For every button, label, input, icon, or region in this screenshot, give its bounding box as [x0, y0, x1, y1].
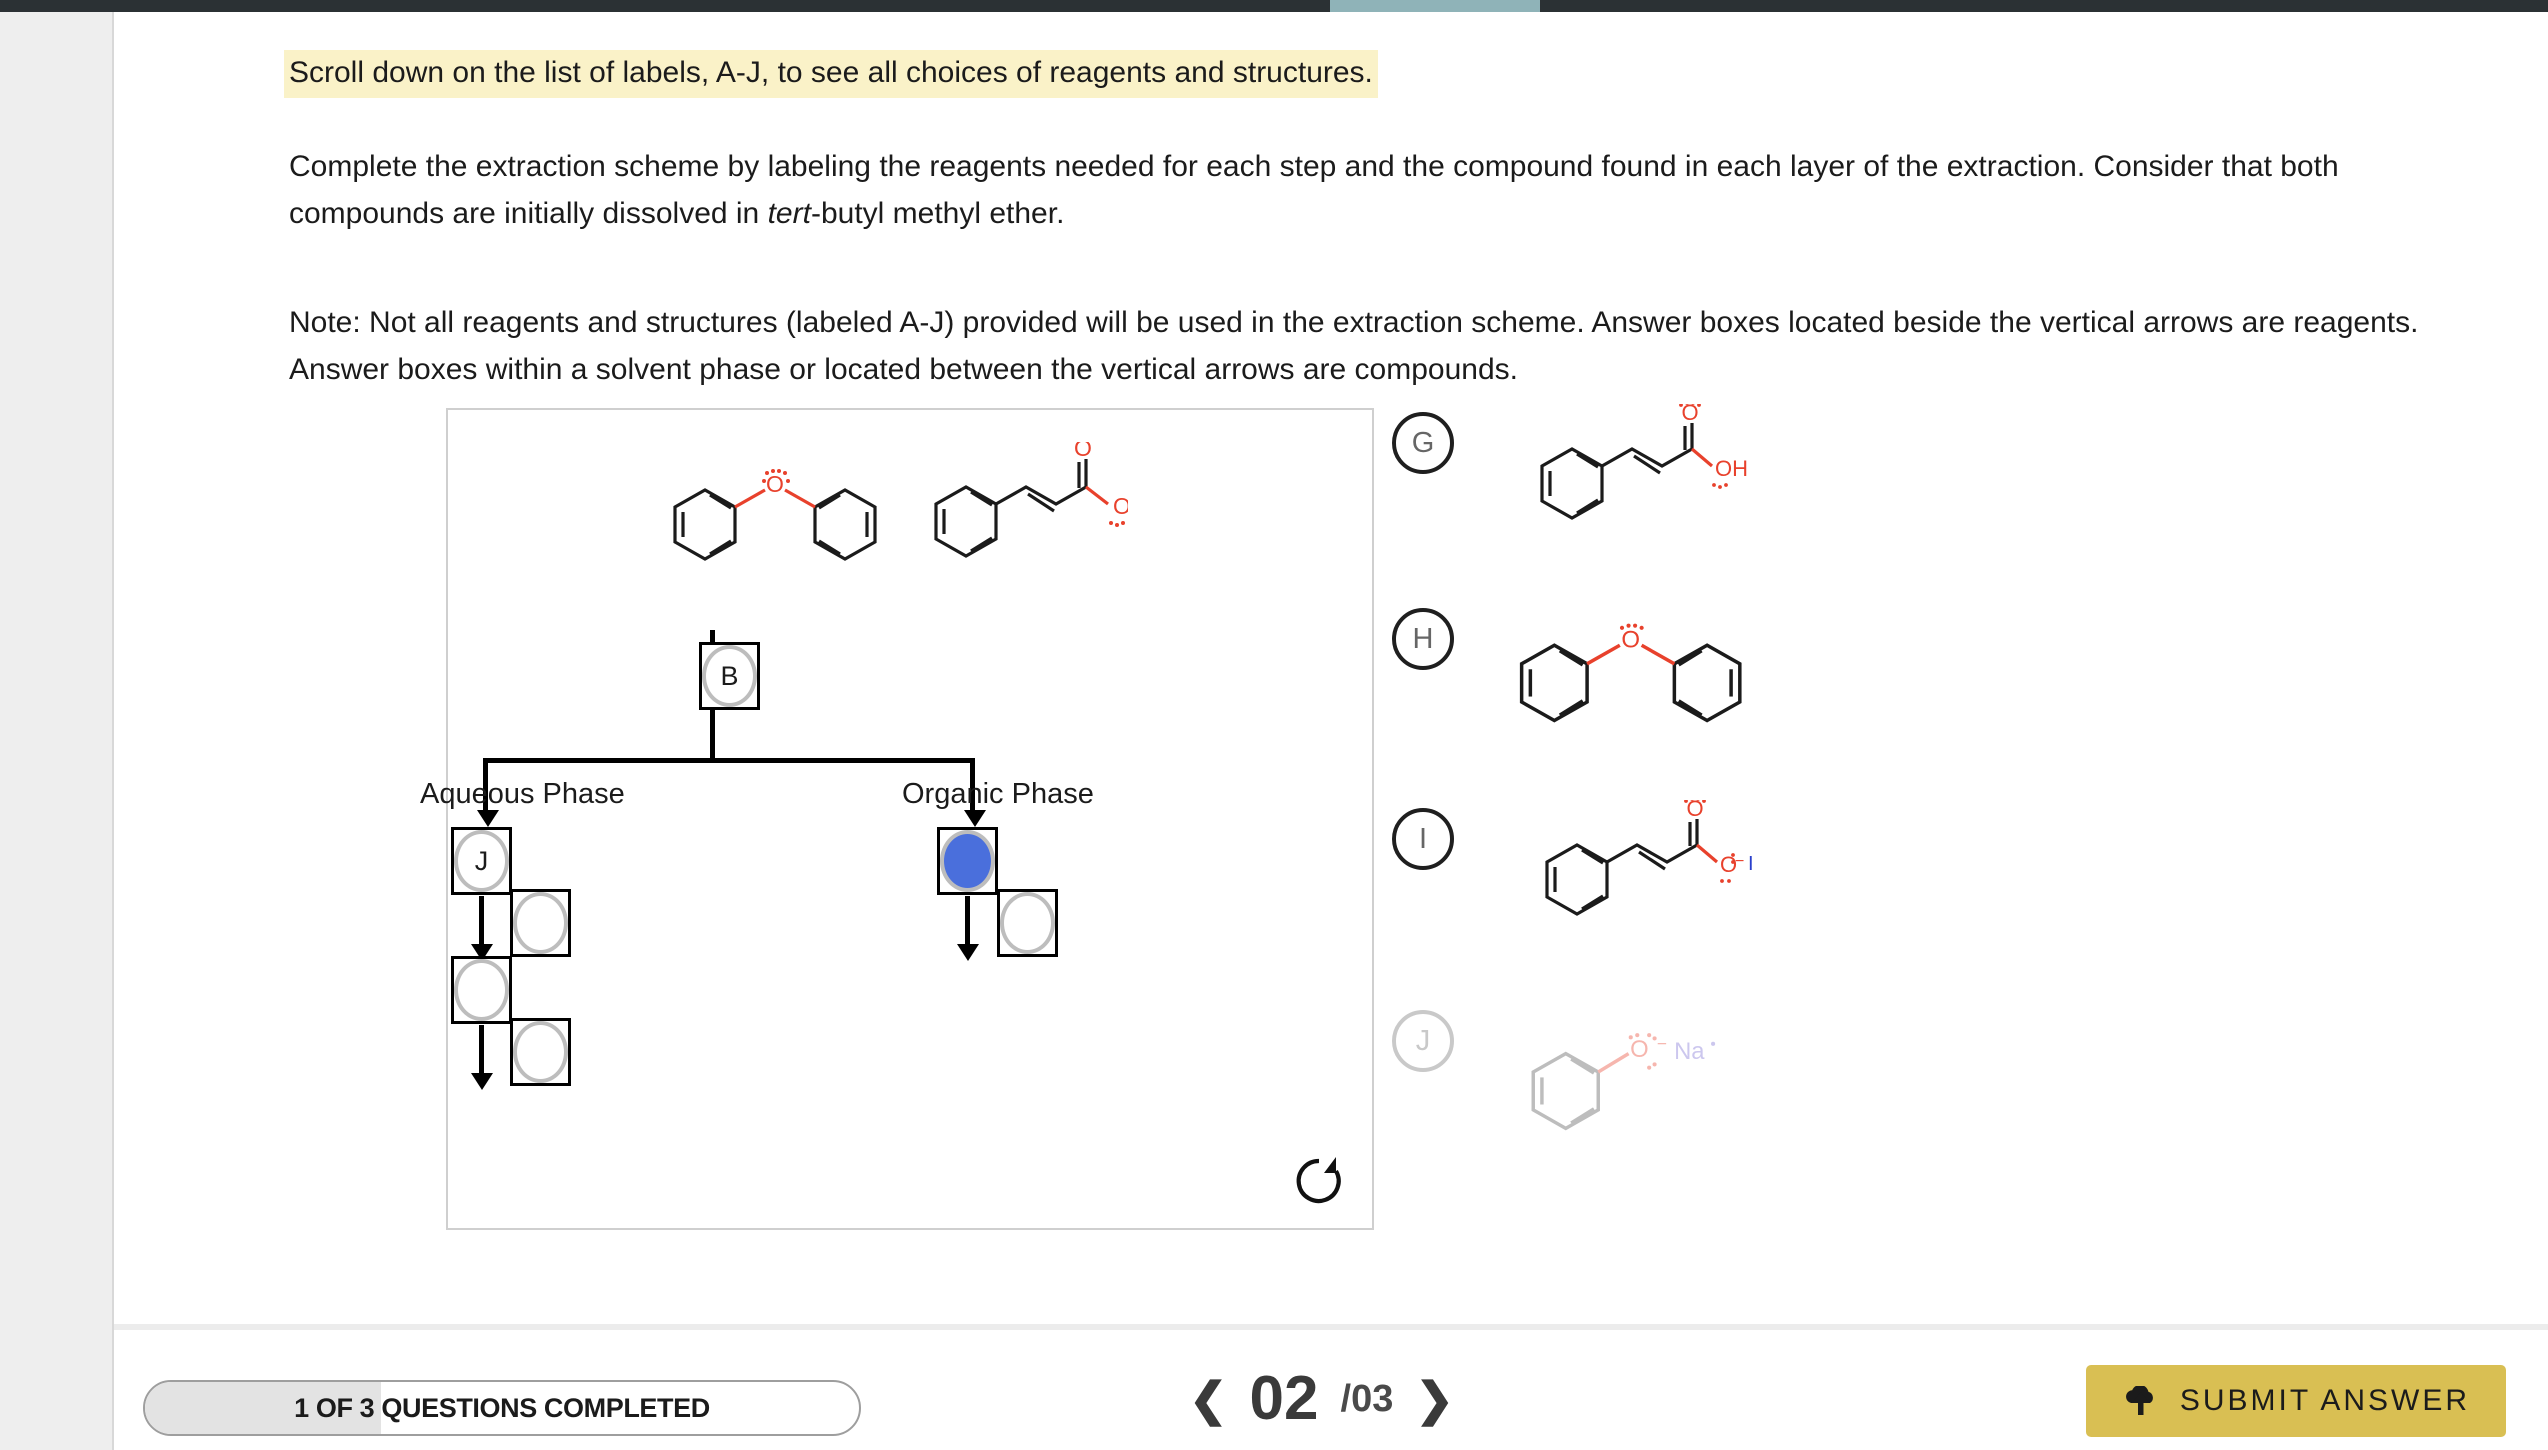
answer-box-aqueous-2-value	[513, 892, 568, 954]
svg-text:O: O	[1074, 442, 1092, 461]
tert-italic: tert	[767, 196, 811, 230]
organic-phase-label: Organic Phase	[902, 778, 1094, 810]
svg-text:O: O	[1621, 626, 1640, 653]
svg-text:−: −	[1735, 853, 1744, 870]
aqueous-arrowhead-2	[471, 1073, 493, 1090]
answer-box-reagent-top-value: B	[702, 645, 757, 707]
question-content-pane: Scroll down on the list of labels, A-J, …	[114, 12, 2548, 1324]
answer-box-aqueous-3[interactable]	[451, 956, 512, 1024]
instruction-paragraph-2: Note: Not all reagents and structures (l…	[289, 306, 2419, 386]
svg-text:O: O	[766, 471, 784, 497]
starting-molecule-cinnamic-acid: O OH	[928, 435, 1148, 577]
scroll-hint-banner: Scroll down on the list of labels, A-J, …	[284, 50, 1378, 98]
svg-text:−: −	[1657, 1033, 1667, 1053]
answer-box-organic-1-value	[940, 830, 995, 892]
active-tab-accent	[1330, 0, 1540, 12]
submit-answer-label: SUBMIT ANSWER	[2179, 1384, 2470, 1417]
svg-text:O: O	[1630, 1036, 1649, 1063]
answer-box-organic-2-value	[1000, 892, 1055, 954]
cloud-upload-icon	[2125, 1386, 2153, 1415]
question-pager: ❮ 02 /03 ❯	[1189, 1368, 1454, 1430]
svg-text:OH: OH	[1715, 456, 1748, 481]
submit-answer-button[interactable]: SUBMIT ANSWER	[2085, 1365, 2506, 1437]
question-footer: 1 OF 3 QUESTIONS COMPLETED ❮ 02 /03 ❯ SU…	[114, 1330, 2548, 1450]
refresh-clockwise-icon	[1296, 1157, 1341, 1204]
option-bubble-J[interactable]: J	[1392, 1010, 1454, 1072]
option-bubble-H[interactable]: H	[1392, 608, 1454, 670]
svg-text:O: O	[1686, 800, 1703, 821]
instruction-text-b: -butyl methyl ether.	[810, 196, 1065, 230]
organic-arrow-1	[965, 896, 970, 948]
svg-text:OH: OH	[1113, 493, 1128, 519]
answer-box-aqueous-3-value	[454, 959, 509, 1021]
answer-box-aqueous-1-value: J	[454, 830, 509, 892]
organic-arrowhead-1	[957, 944, 979, 961]
answer-box-organic-2[interactable]	[997, 889, 1058, 957]
instruction-paragraph-1: Complete the extraction scheme by labeli…	[289, 144, 2479, 237]
answer-box-aqueous-4-value	[513, 1021, 568, 1083]
chevron-left-icon[interactable]: ❮	[1189, 1376, 1228, 1422]
option-bubble-G[interactable]: G	[1392, 412, 1454, 474]
answer-box-aqueous-4[interactable]	[510, 1018, 571, 1086]
option-structure-H[interactable]: O	[1484, 618, 1784, 743]
svg-text:O: O	[1681, 404, 1698, 425]
option-structure-G[interactable]: O OH	[1484, 400, 1784, 539]
pager-total-pages: /03	[1340, 1378, 1394, 1420]
chevron-right-icon[interactable]: ❯	[1415, 1376, 1454, 1422]
answer-box-aqueous-2[interactable]	[510, 889, 571, 957]
option-structure-J[interactable]: O − Na	[1484, 1020, 1784, 1155]
pager-current-page: 02	[1249, 1364, 1319, 1433]
answer-box-aqueous-1[interactable]: J	[451, 827, 512, 895]
aqueous-arrow-1	[479, 896, 484, 948]
aqueous-phase-label: Aqueous Phase	[420, 778, 625, 810]
svg-text:I: I	[1748, 853, 1754, 875]
option-bubble-I[interactable]: I	[1392, 808, 1454, 870]
scheme-split-bar	[483, 758, 975, 763]
instruction-text-a: Complete the extraction scheme by labeli…	[289, 150, 2339, 230]
starting-molecule-diphenyl-ether: O	[663, 465, 893, 580]
progress-label: 1 OF 3 QUESTIONS COMPLETED	[294, 1392, 710, 1423]
option-structure-I[interactable]: O O − I	[1484, 796, 1814, 935]
arrowhead-left-branch	[477, 810, 499, 827]
left-sidebar-rail	[0, 12, 112, 1450]
browser-top-bar	[0, 0, 2548, 12]
extraction-scheme-canvas: O O O B Aqueous Phase Organic Phase J	[420, 408, 1374, 1230]
aqueous-arrow-2	[479, 1025, 484, 1077]
progress-indicator: 1 OF 3 QUESTIONS COMPLETED	[143, 1380, 861, 1436]
svg-text:Na: Na	[1674, 1038, 1705, 1065]
reset-scheme-button[interactable]	[1290, 1152, 1348, 1210]
answer-box-reagent-top[interactable]: B	[699, 642, 760, 710]
app-root: Scroll down on the list of labels, A-J, …	[0, 0, 2548, 1450]
arrowhead-right-branch	[964, 810, 986, 827]
answer-box-organic-1[interactable]	[937, 827, 998, 895]
